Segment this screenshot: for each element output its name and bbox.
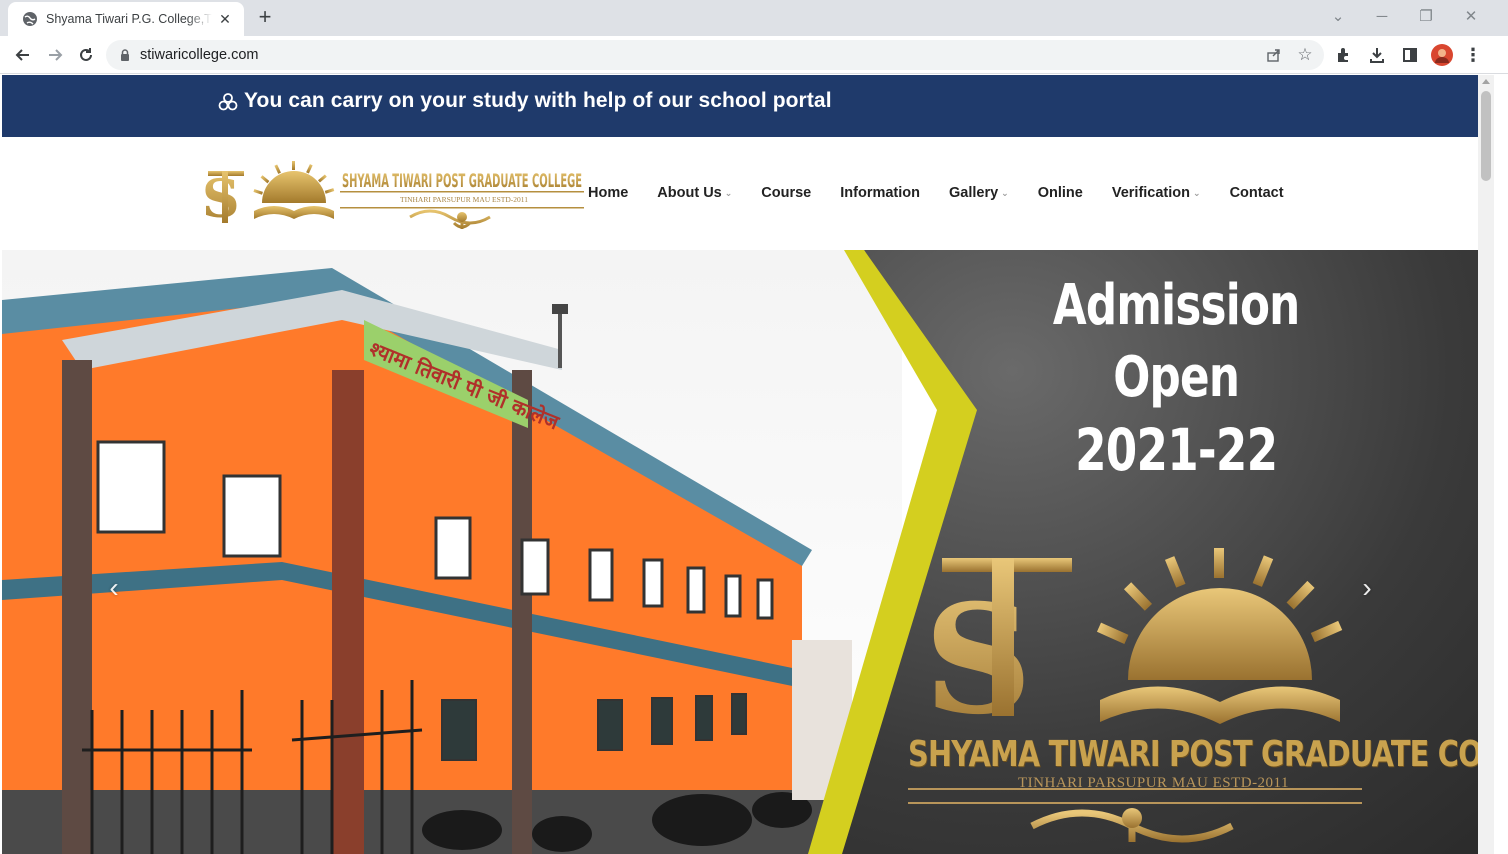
globe-icon [23, 12, 37, 26]
nav-about-us[interactable]: About Us ⌄ [657, 185, 732, 201]
svg-text:SHYAMA TIWARI POST GRADUATE CO: SHYAMA TIWARI POST GRADUATE COLLEGE [342, 170, 582, 192]
admission-year: 2021-22 [1075, 416, 1278, 485]
chevron-down-icon: ⌄ [724, 187, 733, 198]
tab-title: Shyama Tiwari P.G. College,Tinhari [46, 12, 212, 26]
banner-college-name: SHYAMA TIWARI POST GRADUATE COLLEGE [908, 734, 1478, 775]
forward-icon[interactable] [42, 42, 68, 68]
hero-slider: श्यामा तिवारी पी जी कालेज S Admission Op… [2, 250, 1478, 854]
tab-close-icon[interactable]: ✕ [216, 10, 234, 28]
page-scrollbar[interactable] [1478, 75, 1494, 854]
svg-text:S: S [202, 169, 240, 230]
back-icon[interactable] [10, 42, 36, 68]
scroll-thumb[interactable] [1481, 91, 1491, 181]
browser-toolbar: stiwaricollege.com ☆ ⋮ [0, 36, 1508, 74]
profile-avatar[interactable] [1429, 42, 1455, 68]
announcement-text: You can carry on your study with help of… [244, 89, 832, 112]
extensions-icon[interactable] [1331, 42, 1357, 68]
close-window-icon[interactable]: ✕ [1458, 4, 1484, 28]
reload-icon[interactable] [73, 42, 99, 68]
college-logo[interactable]: S SHYAMA TIWARI POST GRADUATE COLLEGE TI… [200, 159, 584, 235]
window-edge [1494, 75, 1508, 854]
admission-line: Admission Open [1052, 273, 1300, 410]
restore-icon[interactable]: ❐ [1413, 4, 1439, 28]
tab-search-icon[interactable]: ⌄ [1325, 4, 1351, 28]
tab-strip: Shyama Tiwari P.G. College,Tinhari ✕ + ⌄… [0, 0, 1508, 36]
svg-text:S: S [924, 572, 1032, 748]
bookmark-star-icon[interactable]: ☆ [1295, 45, 1315, 65]
address-bar[interactable]: stiwaricollege.com ☆ [106, 40, 1324, 70]
page-viewport: You can carry on your study with help of… [2, 75, 1478, 854]
nav-gallery[interactable]: Gallery ⌄ [949, 185, 1009, 201]
announcement-bar: You can carry on your study with help of… [2, 75, 1478, 137]
download-icon[interactable] [1364, 42, 1390, 68]
site-header: S SHYAMA TIWARI POST GRADUATE COLLEGE TI… [2, 137, 1478, 250]
nav-information[interactable]: Information [840, 185, 920, 201]
minimize-icon[interactable]: ─ [1369, 4, 1395, 28]
slider-prev-button[interactable]: ‹ [104, 574, 124, 602]
nav-course[interactable]: Course [761, 185, 811, 201]
svg-text:TINHARI PARSUPUR MAU ESTD-2011: TINHARI PARSUPUR MAU ESTD-2011 [400, 195, 528, 204]
chevron-down-icon: ⌄ [1193, 187, 1201, 198]
share-icon[interactable] [1264, 45, 1284, 65]
url-text[interactable]: stiwaricollege.com [140, 47, 258, 63]
banner-college-sub: TINHARI PARSUPUR MAU ESTD-2011 [1018, 775, 1290, 791]
slider-next-button[interactable]: › [1357, 574, 1377, 602]
lock-icon[interactable] [118, 48, 132, 62]
browser-tab[interactable]: Shyama Tiwari P.G. College,Tinhari ✕ [8, 2, 244, 36]
new-tab-button[interactable]: + [254, 6, 276, 28]
triple-circle-icon [218, 93, 238, 111]
nav-contact[interactable]: Contact [1230, 185, 1284, 201]
side-panel-icon[interactable] [1397, 42, 1423, 68]
main-nav: Home About Us ⌄ Course Information Galler… [588, 185, 1313, 201]
nav-home[interactable]: Home [588, 185, 628, 201]
menu-kebab-icon[interactable]: ⋮ [1460, 42, 1486, 68]
scroll-up-icon[interactable] [1482, 79, 1490, 84]
nav-verification[interactable]: Verification ⌄ [1112, 185, 1201, 201]
chevron-down-icon: ⌄ [1001, 187, 1009, 198]
admission-title: Admission Open 2021-22 [1028, 270, 1324, 488]
nav-online[interactable]: Online [1038, 185, 1083, 201]
